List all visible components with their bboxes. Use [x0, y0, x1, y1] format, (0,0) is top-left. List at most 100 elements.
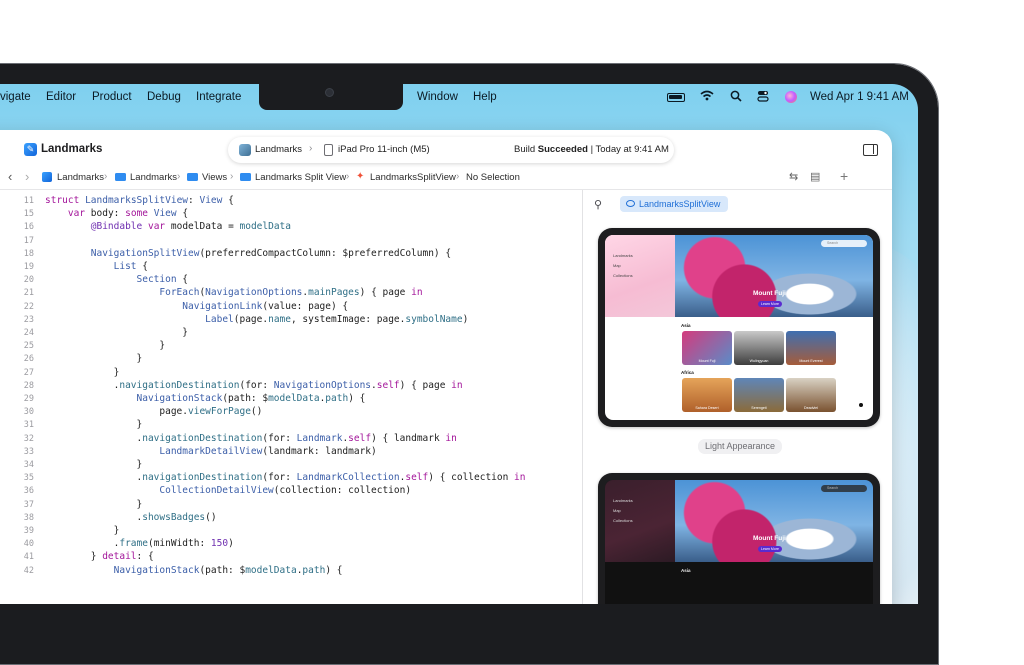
code-text[interactable]: } — [45, 499, 143, 510]
line-number: 20 — [23, 275, 34, 286]
code-text[interactable]: } — [45, 419, 143, 430]
code-text[interactable]: } — [45, 340, 165, 351]
ipad-preview-dark[interactable]: Landmarks Map Collections Search Mount F… — [598, 473, 880, 604]
back-arrow-icon[interactable]: ‹ — [8, 169, 12, 184]
line-number: 11 — [23, 196, 34, 206]
breadcrumb-project[interactable]: Landmarks — [57, 172, 104, 183]
code-line[interactable]: 27 } — [0, 367, 582, 380]
ipad-thumbnail: Deadvlei — [786, 378, 836, 412]
line-number: 16 — [23, 222, 34, 233]
code-line[interactable]: 30 page.viewForPage() — [0, 406, 582, 419]
menu-integrate[interactable]: Integrate — [196, 91, 241, 103]
search-icon[interactable] — [730, 90, 742, 105]
code-line[interactable]: 20 Section { — [0, 274, 582, 287]
code-line[interactable]: 25 } — [0, 340, 582, 353]
breadcrumb-views[interactable]: Views — [202, 172, 227, 183]
menu-debug[interactable]: Debug — [147, 91, 181, 103]
ipad-search-field: Search — [821, 485, 867, 492]
code-line[interactable]: 35 .navigationDestination(for: LandmarkC… — [0, 472, 582, 485]
code-text[interactable]: .frame(minWidth: 150) — [45, 538, 234, 549]
code-text[interactable]: NavigationSplitView(preferredCompactColu… — [45, 248, 451, 259]
menu-product[interactable]: Product — [92, 91, 132, 103]
code-text[interactable]: NavigationStack(path: $modelData.path) { — [45, 565, 343, 576]
code-line[interactable]: 32 .navigationDestination(for: Landmark.… — [0, 433, 582, 446]
code-line[interactable]: 40 .frame(minWidth: 150) — [0, 538, 582, 551]
code-line[interactable]: 42 NavigationStack(path: $modelData.path… — [0, 565, 582, 578]
code-text[interactable]: .navigationDestination(for: LandmarkColl… — [45, 472, 526, 483]
menu-datetime[interactable]: Wed Apr 1 9:41 AM — [810, 91, 909, 103]
related-items-icon[interactable]: ⇆ — [789, 170, 798, 183]
code-line[interactable]: 41 } detail: { — [0, 551, 582, 564]
code-line[interactable]: 18 NavigationSplitView(preferredCompactC… — [0, 248, 582, 261]
menu-window[interactable]: Window — [417, 91, 458, 103]
code-text[interactable]: @Bindable var modelData = modelData — [45, 221, 291, 232]
code-text[interactable]: Label(page.name, systemImage: page.symbo… — [45, 314, 468, 325]
add-editor-icon[interactable]: + — [840, 168, 848, 184]
code-line[interactable]: 37 } — [0, 499, 582, 512]
menu-editor[interactable]: Editor — [46, 91, 76, 103]
code-text[interactable]: var body: some View { — [45, 208, 188, 219]
code-text[interactable]: page.viewForPage() — [45, 406, 262, 417]
code-line[interactable]: 38 .showsBadges() — [0, 512, 582, 525]
code-text[interactable]: } — [45, 327, 188, 338]
code-line[interactable]: 33 LandmarkDetailView(landmark: landmark… — [0, 446, 582, 459]
code-text[interactable]: LandmarkDetailView(landmark: landmark) — [45, 446, 376, 457]
wifi-icon[interactable] — [700, 90, 714, 104]
preview-tab[interactable]: LandmarksSplitView — [620, 196, 729, 212]
device-selector[interactable]: iPad Pro 11-inch (M5) — [338, 144, 430, 155]
code-text[interactable]: } detail: { — [45, 551, 154, 562]
source-editor[interactable]: 11 struct LandmarksSplitView: View { 15 va… — [0, 190, 582, 604]
battery-icon[interactable] — [667, 93, 685, 102]
code-text[interactable]: NavigationLink(value: page) { — [45, 301, 348, 312]
scheme-selector[interactable]: Landmarks — [255, 144, 302, 155]
code-line[interactable]: 31 } — [0, 419, 582, 432]
code-line[interactable]: 26 } — [0, 353, 582, 366]
breadcrumb-folder[interactable]: Landmarks Split View — [255, 172, 346, 183]
code-text[interactable]: List { — [45, 261, 148, 272]
xcode-window: ✎ Landmarks Landmarks › iPad Pro 11-inch… — [0, 130, 892, 604]
code-text[interactable]: .navigationDestination(for: NavigationOp… — [45, 380, 463, 391]
code-text[interactable]: } — [45, 367, 120, 378]
code-text[interactable]: ForEach(NavigationOptions.mainPages) { p… — [45, 287, 422, 298]
code-line[interactable]: 17 — [0, 235, 582, 248]
code-line[interactable]: 21 ForEach(NavigationOptions.mainPages) … — [0, 287, 582, 300]
activity-pill[interactable]: Landmarks › iPad Pro 11-inch (M5) Build … — [228, 137, 674, 163]
code-line[interactable]: 16 @Bindable var modelData = modelData — [0, 221, 582, 234]
code-text[interactable]: Section { — [45, 274, 189, 285]
menu-navigate[interactable]: vigate — [0, 91, 31, 103]
inspector-toggle-icon[interactable] — [863, 144, 878, 156]
menu-help[interactable]: Help — [473, 91, 497, 103]
code-text[interactable]: struct LandmarksSplitView: View { — [45, 195, 234, 206]
breadcrumb-group[interactable]: Landmarks — [130, 172, 177, 183]
code-line[interactable]: 36 CollectionDetailView(collection: coll… — [0, 485, 582, 498]
code-line[interactable]: 28 .navigationDestination(for: Navigatio… — [0, 380, 582, 393]
code-text[interactable]: } — [45, 459, 143, 470]
code-text[interactable]: .showsBadges() — [45, 512, 217, 523]
siri-icon[interactable] — [785, 91, 797, 103]
code-line[interactable]: 34 } — [0, 459, 582, 472]
breadcrumb-symbol[interactable]: No Selection — [466, 172, 520, 183]
project-title[interactable]: Landmarks — [41, 143, 102, 155]
code-line[interactable]: 24 } — [0, 327, 582, 340]
code-text[interactable]: .navigationDestination(for: Landmark.sel… — [45, 433, 457, 444]
code-line[interactable]: 15 var body: some View { — [0, 208, 582, 221]
ipad-thumbnail-label: Serengeti — [751, 406, 767, 410]
forward-arrow-icon[interactable]: › — [25, 169, 29, 184]
code-line[interactable]: 19 List { — [0, 261, 582, 274]
code-line[interactable]: 23 Label(page.name, systemImage: page.sy… — [0, 314, 582, 327]
code-line[interactable]: 22 NavigationLink(value: page) { — [0, 301, 582, 314]
code-text[interactable]: NavigationStack(path: $modelData.path) { — [45, 393, 366, 404]
breadcrumb-file[interactable]: LandmarksSplitView — [370, 172, 456, 183]
code-line[interactable]: 39 } — [0, 525, 582, 538]
code-line[interactable]: 11 struct LandmarksSplitView: View { — [0, 195, 582, 208]
pin-icon[interactable]: ⚲ — [594, 198, 602, 211]
code-text[interactable]: } — [45, 353, 143, 364]
ipad-sidebar-item: Map — [613, 508, 621, 513]
code-text[interactable]: } — [45, 525, 120, 536]
code-line[interactable]: 29 NavigationStack(path: $modelData.path… — [0, 393, 582, 406]
code-text[interactable]: CollectionDetailView(collection: collect… — [45, 485, 411, 496]
control-center-icon[interactable] — [757, 90, 769, 105]
ipad-preview-light[interactable]: Landmarks Map Collections Search Mount F… — [598, 228, 880, 427]
adjust-editor-icon[interactable]: ▤ — [810, 170, 820, 183]
line-number: 27 — [23, 367, 34, 378]
